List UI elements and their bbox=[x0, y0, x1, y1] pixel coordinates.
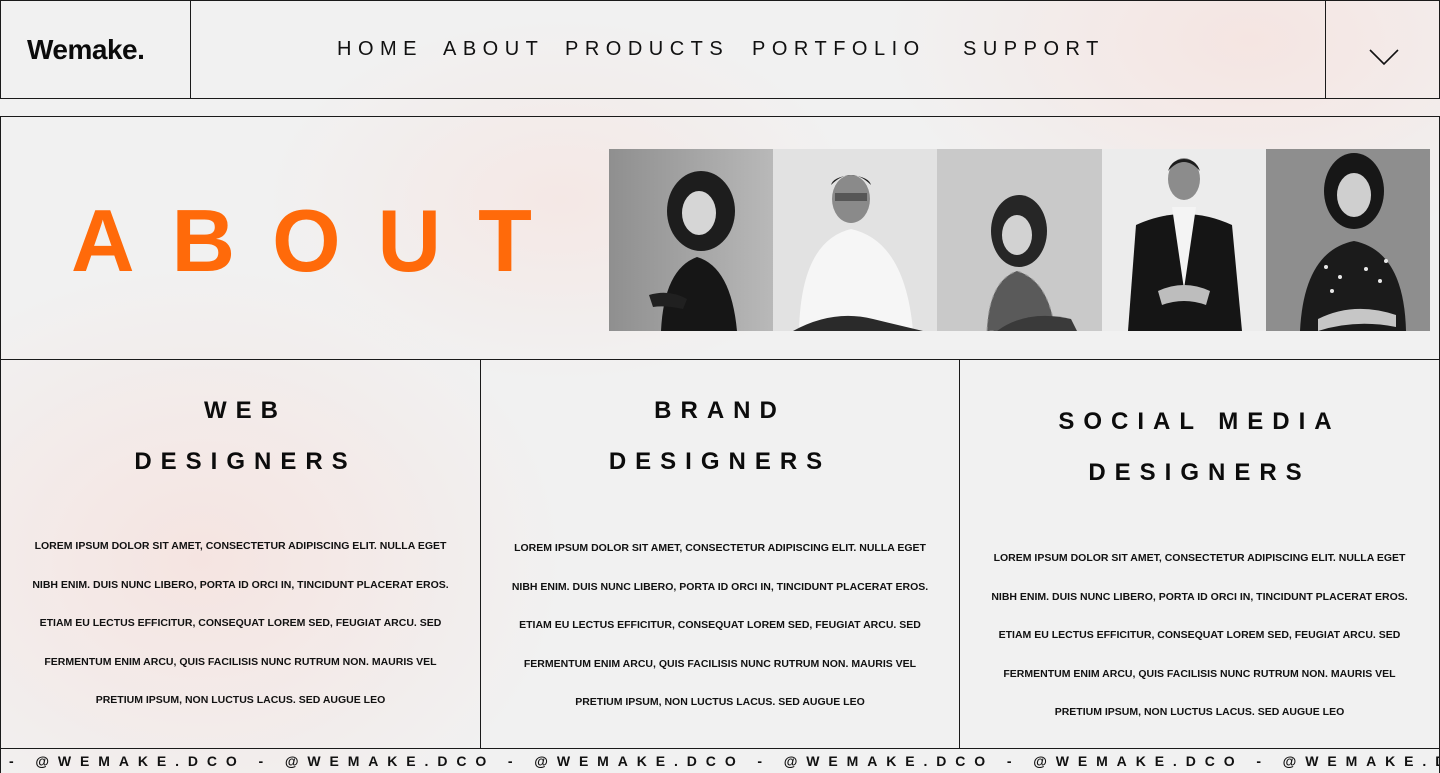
nav-support[interactable]: SUPPORT bbox=[963, 38, 1105, 61]
logo-cell[interactable]: Wemake. bbox=[0, 0, 191, 99]
card-title-line2: DESIGNERS bbox=[134, 448, 357, 475]
card-body-line: ETIAM EU LECTUS EFFICITUR, CONSEQUAT LOR… bbox=[998, 629, 1401, 641]
card-body-line: NIBH ENIM. DUIS NUNC LIBERO, PORTA ID OR… bbox=[32, 578, 449, 591]
card-title: SOCIAL MEDIA DESIGNERS bbox=[960, 396, 1439, 498]
main-nav: HOME ABOUT PRODUCTS PORTFOLIO SUPPORT bbox=[190, 0, 1326, 99]
card-body-line: FERMENTUM ENIM ARCU, QUIS FACILISIS NUNC… bbox=[1003, 667, 1396, 680]
card-title-line1: WEB bbox=[204, 397, 287, 424]
social-media-designers-card: SOCIAL MEDIA DESIGNERS LOREM IPSUM DOLOR… bbox=[959, 359, 1440, 749]
brand-designers-card: BRAND DESIGNERS LOREM IPSUM DOLOR SIT AM… bbox=[480, 359, 960, 749]
card-body-line: NIBH ENIM. DUIS NUNC LIBERO, PORTA ID OR… bbox=[991, 590, 1408, 603]
card-body-line: ETIAM EU LECTUS EFFICITUR, CONSEQUAT LOR… bbox=[39, 617, 442, 629]
card-title-line1: SOCIAL MEDIA bbox=[1058, 408, 1341, 435]
menu-toggle-button[interactable] bbox=[1325, 0, 1440, 99]
card-body-line: PRETIUM IPSUM, NON LUCTUS LACUS. SED AUG… bbox=[95, 694, 386, 706]
logo[interactable]: Wemake. bbox=[27, 34, 145, 66]
card-body-line: FERMENTUM ENIM ARCU, QUIS FACILISIS NUNC… bbox=[44, 655, 437, 668]
about-hero: ABOUT bbox=[0, 116, 1440, 360]
card-body: LOREM IPSUM DOLOR SIT AMET, CONSECTETUR … bbox=[960, 539, 1439, 732]
nav-about[interactable]: ABOUT bbox=[443, 38, 544, 61]
card-title: WEB DESIGNERS bbox=[1, 385, 480, 487]
card-body-line: NIBH ENIM. DUIS NUNC LIBERO, PORTA ID OR… bbox=[511, 580, 929, 593]
ticker-text: - @WEMAKE.DCO - @WEMAKE.DCO - @WEMAKE.DC… bbox=[9, 753, 1439, 769]
team-photo-strip bbox=[609, 149, 1430, 331]
handle-ticker: - @WEMAKE.DCO - @WEMAKE.DCO - @WEMAKE.DC… bbox=[0, 748, 1440, 773]
card-title-line1: BRAND bbox=[654, 397, 786, 424]
team-member-photo bbox=[1101, 149, 1266, 331]
team-member-photo bbox=[1265, 149, 1430, 331]
team-member-photo bbox=[609, 149, 774, 331]
nav-products[interactable]: PRODUCTS bbox=[565, 38, 729, 61]
card-body: LOREM IPSUM DOLOR SIT AMET, CONSECTETUR … bbox=[481, 529, 959, 722]
card-title: BRAND DESIGNERS bbox=[481, 385, 959, 487]
card-title-line2: DESIGNERS bbox=[608, 448, 832, 475]
nav-home[interactable]: HOME bbox=[337, 38, 423, 61]
team-member-photo bbox=[773, 149, 938, 331]
card-body-line: FERMENTUM ENIM ARCU, QUIS FACILISIS NUNC… bbox=[523, 657, 917, 670]
card-body-line: LOREM IPSUM DOLOR SIT AMET, CONSECTETUR … bbox=[34, 540, 447, 552]
card-body: LOREM IPSUM DOLOR SIT AMET, CONSECTETUR … bbox=[1, 527, 480, 720]
card-body-line: PRETIUM IPSUM, NON LUCTUS LACUS. SED AUG… bbox=[1054, 706, 1345, 718]
team-member-photo bbox=[937, 149, 1102, 331]
card-body-line: ETIAM EU LECTUS EFFICITUR, CONSEQUAT LOR… bbox=[519, 619, 921, 631]
chevron-down-icon bbox=[1369, 49, 1399, 66]
page-title: ABOUT bbox=[71, 191, 569, 290]
card-body-line: PRETIUM IPSUM, NON LUCTUS LACUS. SED AUG… bbox=[575, 696, 865, 708]
web-designers-card: WEB DESIGNERS LOREM IPSUM DOLOR SIT AMET… bbox=[0, 359, 481, 749]
nav-portfolio[interactable]: PORTFOLIO bbox=[752, 38, 926, 61]
card-body-line: LOREM IPSUM DOLOR SIT AMET, CONSECTETUR … bbox=[993, 552, 1406, 564]
card-body-line: LOREM IPSUM DOLOR SIT AMET, CONSECTETUR … bbox=[514, 542, 926, 554]
card-title-line2: DESIGNERS bbox=[1088, 459, 1311, 486]
